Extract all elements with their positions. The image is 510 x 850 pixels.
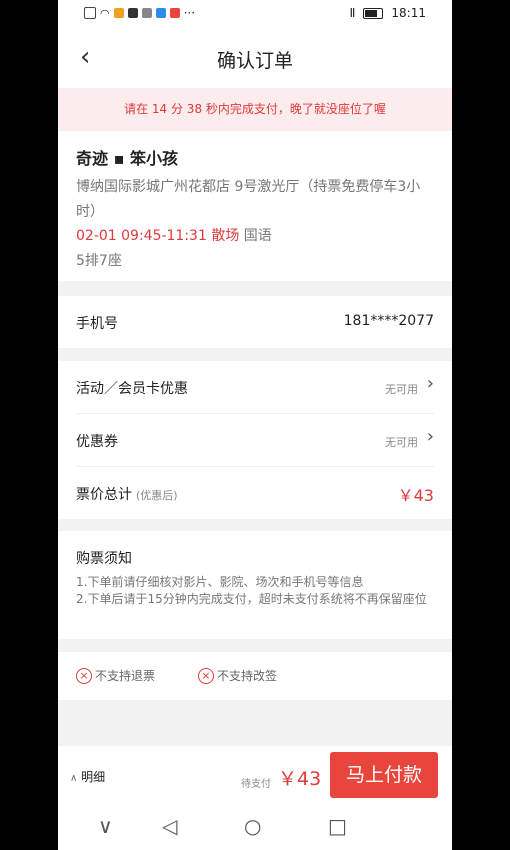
activity-label: 活动／会员卡优惠 [76, 381, 188, 397]
clock: 18:11 [391, 6, 426, 20]
cross-circle-icon: × [198, 667, 214, 684]
movie-info-card: 奇迹 ▪ 笨小孩 博纳国际影城广州花都店 9号激光厅（持票免费停车3小时） 02… [58, 131, 452, 281]
total-note: (优惠后) [136, 489, 178, 502]
detail-toggle[interactable]: ∧ 明细 [70, 768, 105, 785]
showtime-text: 02-01 09:45-11:31 散场 [76, 228, 240, 244]
cross-circle-icon: × [76, 667, 92, 684]
app-icon-5 [169, 8, 180, 18]
purchase-notice: 购票须知 1.下单前请仔细核对影片、影院、场次和手机号等信息 2.下单后请于15… [58, 531, 452, 639]
pay-amount: ￥43 [278, 768, 322, 790]
seat-info: 5排7座 [76, 253, 122, 269]
chevron-right-icon: › [426, 373, 434, 394]
pending-label: 待支付 [241, 779, 271, 790]
more-icon: ··· [183, 6, 196, 20]
chevron-right-icon: › [426, 426, 434, 447]
android-nav-bar: ∨ ◁ ○ □ [58, 804, 452, 850]
total-row: 票价总计 (优惠后) ￥43 [76, 467, 434, 519]
vibrate-icon: Ⅱ [349, 6, 356, 20]
app-icon-3 [141, 8, 152, 18]
discount-card: 活动／会员卡优惠 无可用 › 优惠券 无可用 › 票价总计 (优惠后) ￥43 [58, 361, 452, 519]
nav-bar: ‹ 确认订单 [58, 28, 452, 88]
total-label: 票价总计 (优惠后) [76, 484, 178, 504]
payment-timer-banner: 请在 14 分 38 秒内完成支付，晚了就没座位了喔 [58, 88, 452, 131]
detail-label: 明细 [81, 770, 106, 784]
phone-row: 手机号 181****2077 [76, 296, 434, 348]
language: 国语 [243, 228, 272, 244]
status-bar: ◠ ··· Ⅱ 18:11 [58, 0, 452, 28]
notice-line-2: 2.下单后请于15分钟内完成支付，超时未支付系统将不再保留座位 [76, 592, 427, 606]
no-refund-item: × 不支持退票 [76, 667, 155, 684]
movie-title: 奇迹 ▪ 笨小孩 [76, 149, 178, 168]
coupon-value: 无可用 [385, 436, 418, 449]
no-refund-text: 不支持退票 [95, 669, 156, 683]
sim-icon [84, 7, 96, 19]
showtime: 02-01 09:45-11:31 散场 国语 [76, 225, 272, 245]
page-title: 确认订单 [216, 50, 293, 72]
app-icon-1 [113, 8, 124, 18]
notice-body: 1.下单前请仔细核对影片、影院、场次和手机号等信息 2.下单后请于15分钟内完成… [76, 574, 436, 608]
total-price: ￥43 [397, 486, 434, 505]
app-icon-4 [155, 8, 166, 18]
coupon-row[interactable]: 优惠券 无可用 › [76, 414, 434, 467]
chevron-up-icon: ∧ [70, 773, 78, 784]
phone-screen: ◠ ··· Ⅱ 18:11 ‹ 确认订单 请在 14 分 38 秒内完成支付，晚… [58, 0, 452, 850]
back-triangle-icon[interactable]: ◁ [162, 814, 177, 838]
notification-icons: ◠ ··· [84, 6, 195, 20]
total-label-text: 票价总计 [76, 487, 132, 503]
coupon-label: 优惠券 [76, 434, 118, 450]
recents-square-icon[interactable]: □ [328, 814, 347, 838]
phone-card: 手机号 181****2077 [58, 296, 452, 348]
phone-label: 手机号 [76, 316, 118, 332]
phone-value: 181****2077 [343, 313, 434, 329]
cinema-name: 博纳国际影城广州花都店 9号激光厅（持票免费停车3小时） [76, 179, 421, 220]
activity-row[interactable]: 活动／会员卡优惠 无可用 › [76, 361, 434, 414]
chevron-down-icon[interactable]: ∨ [98, 814, 113, 838]
payment-bar: ∧ 明细 待支付 ￥43 马上付款 [58, 746, 452, 804]
app-icon-2 [127, 8, 138, 18]
notice-title: 购票须知 [76, 551, 132, 567]
activity-value: 无可用 [385, 383, 418, 396]
notice-line-1: 1.下单前请仔细核对影片、影院、场次和手机号等信息 [76, 575, 364, 589]
no-change-item: × 不支持改签 [198, 667, 277, 684]
pay-now-button[interactable]: 马上付款 [330, 752, 438, 798]
wifi-icon: ◠ [100, 6, 110, 20]
battery-icon [363, 7, 384, 19]
no-change-text: 不支持改签 [217, 669, 278, 683]
home-circle-icon[interactable]: ○ [244, 814, 261, 838]
ticket-policy: × 不支持退票 × 不支持改签 [58, 652, 452, 700]
